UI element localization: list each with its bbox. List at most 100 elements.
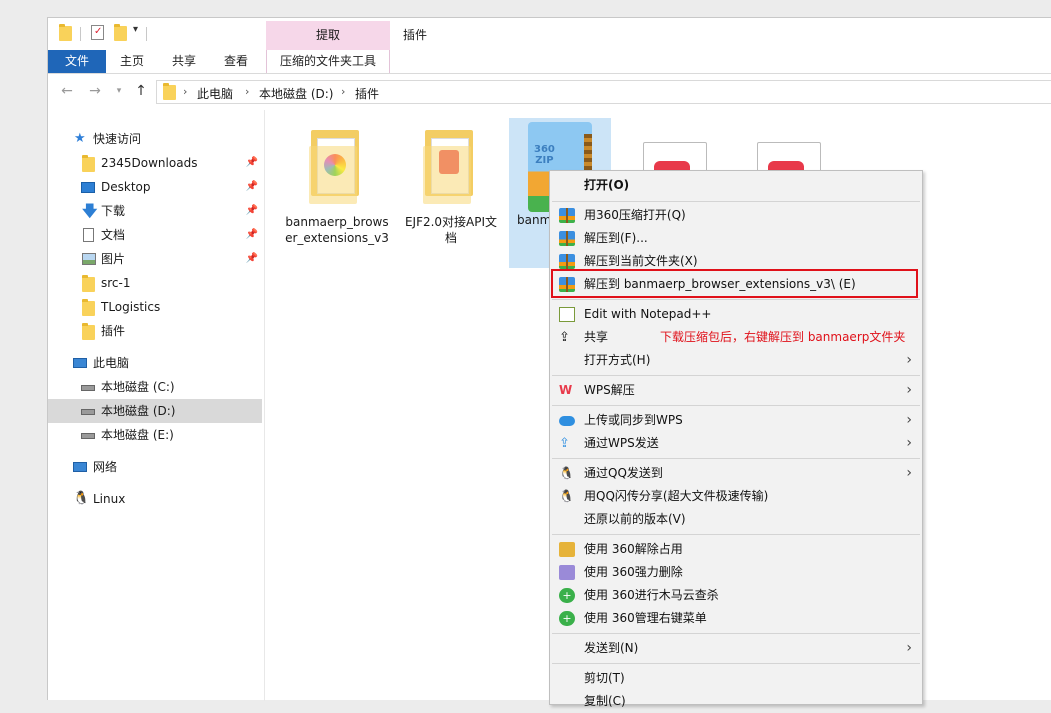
menu-item-360-force-delete[interactable]: 使用 360强力删除 [550, 561, 922, 584]
sidebar-item-label: 下载 [101, 204, 126, 218]
linux-penguin-icon: 🐧 [73, 491, 90, 506]
pin-icon[interactable]: 📌 [246, 151, 258, 175]
address-box[interactable]: › 此电脑 › 本地磁盘 (D:) › 插件 [156, 80, 1051, 104]
chevron-right-icon[interactable]: › [341, 85, 345, 98]
file-name: EJF2.0对接API文档 [404, 215, 498, 245]
sidebar-item-this-pc[interactable]: 此电脑 [48, 351, 262, 375]
file-item[interactable]: banmaerp_browser_extensions_v3 [285, 124, 389, 246]
back-arrow-icon[interactable]: ← [58, 82, 76, 100]
folder-icon [82, 155, 96, 172]
menu-item-qq-flash-share[interactable]: 🐧 用QQ闪传分享(超大文件极速传输) [550, 485, 922, 508]
sidebar-item-src-1[interactable]: src-1 [48, 271, 262, 295]
new-folder-icon[interactable] [114, 24, 127, 44]
send-icon: ⇪ [559, 436, 570, 451]
highlight-box [551, 269, 918, 298]
pin-icon[interactable]: 📌 [246, 223, 258, 247]
share-icon: ⇪ [559, 330, 570, 345]
drive-icon [81, 433, 95, 439]
sidebar-item-downloads[interactable]: 🡇 下载 📌 [48, 199, 262, 223]
menu-item-label: 打开方式(H) [584, 353, 651, 367]
pin-icon[interactable]: 📌 [246, 247, 258, 271]
drive-icon [81, 409, 95, 415]
ribbon-group-extract[interactable]: 提取 [266, 21, 390, 50]
chevron-right-icon: › [906, 382, 912, 398]
forward-arrow-icon[interactable]: → [86, 82, 104, 100]
sidebar-item-network[interactable]: 网络 [48, 455, 262, 479]
menu-item-label: 用QQ闪传分享(超大文件极速传输) [584, 489, 769, 503]
folder-icon [305, 124, 369, 210]
menu-item-send-to[interactable]: 发送到(N) › [550, 637, 922, 660]
menu-item-label: 上传或同步到WPS [584, 413, 683, 427]
menu-item-extract-to[interactable]: 解压到(F)... [550, 227, 922, 250]
360-shredder-icon [559, 565, 575, 580]
menu-item-open-with[interactable]: 打开方式(H) › [550, 349, 922, 372]
chevron-right-icon: › [906, 640, 912, 656]
quick-access-toolbar: ✓ ▾ [48, 18, 1051, 50]
sidebar-item-pictures[interactable]: 图片 📌 [48, 247, 262, 271]
drive-icon [81, 385, 95, 391]
navigation-pane: ★ 快速访问 2345Downloads 📌 Desktop 📌 🡇 下载 📌 … [48, 110, 262, 701]
menu-item-360-manage-menu[interactable]: + 使用 360管理右键菜单 [550, 607, 922, 630]
tab-view[interactable]: 查看 [216, 50, 256, 73]
chevron-right-icon[interactable]: › [245, 85, 249, 98]
chevron-right-icon: › [906, 412, 912, 428]
recent-locations-icon[interactable]: ▾ [110, 82, 128, 100]
360zip-icon [559, 254, 575, 269]
menu-item-label: 用360压缩打开(Q) [584, 208, 686, 222]
sidebar-item-label: 快速访问 [93, 132, 142, 146]
menu-item-copy[interactable]: 复制(C) [550, 690, 922, 713]
menu-item-send-wps[interactable]: ⇪ 通过WPS发送 › [550, 432, 922, 455]
tab-share[interactable]: 共享 [164, 50, 204, 73]
pin-icon[interactable]: 📌 [246, 199, 258, 223]
up-arrow-icon[interactable]: ↑ [132, 82, 150, 100]
sidebar-item-documents[interactable]: 文档 📌 [48, 223, 262, 247]
menu-item-wps-extract[interactable]: W WPS解压 › [550, 379, 922, 402]
menu-item-restore-versions[interactable]: 还原以前的版本(V) [550, 508, 922, 531]
desktop-icon [81, 182, 95, 193]
tab-compressed-folder-tools[interactable]: 压缩的文件夹工具 [266, 50, 390, 73]
folder-icon [163, 83, 176, 103]
tab-file[interactable]: 文件 [48, 50, 106, 73]
menu-item-notepad-plus[interactable]: Edit with Notepad++ [550, 303, 922, 326]
sidebar-item-plugins[interactable]: 插件 [48, 319, 262, 343]
menu-item-360-unlock[interactable]: 使用 360解除占用 [550, 538, 922, 561]
sidebar-item-desktop[interactable]: Desktop 📌 [48, 175, 262, 199]
pin-icon[interactable]: 📌 [246, 175, 258, 199]
sidebar-item-quick-access[interactable]: ★ 快速访问 [48, 127, 262, 151]
file-item[interactable]: EJF2.0对接API文档 [399, 124, 503, 246]
menu-item-label: Edit with Notepad++ [584, 307, 712, 321]
sidebar-item-label: 文档 [101, 228, 126, 242]
properties-icon[interactable]: ✓ [91, 25, 104, 40]
folder-icon[interactable] [59, 24, 72, 44]
menu-item-label: 使用 360管理右键菜单 [584, 611, 707, 625]
menu-item-send-qq[interactable]: 🐧 通过QQ发送到 › [550, 462, 922, 485]
sidebar-item-drive-e[interactable]: 本地磁盘 (E:) [48, 423, 262, 447]
menu-item-label: 打开(O) [584, 178, 630, 192]
menu-item-label: 通过QQ发送到 [584, 466, 663, 480]
menu-item-open-with-360[interactable]: 用360压缩打开(Q) [550, 204, 922, 227]
breadcrumb-drive-d[interactable]: 本地磁盘 (D:) [259, 85, 333, 102]
pictures-icon [82, 253, 96, 265]
tab-home[interactable]: 主页 [112, 50, 152, 73]
menu-item-cut[interactable]: 剪切(T) [550, 667, 922, 690]
ribbon-tabs: 文件 主页 共享 查看 压缩的文件夹工具 [48, 50, 1051, 74]
sidebar-item-drive-c[interactable]: 本地磁盘 (C:) [48, 375, 262, 399]
menu-item-360-trojan-scan[interactable]: + 使用 360进行木马云查杀 [550, 584, 922, 607]
menu-item-open[interactable]: 打开(O) [550, 174, 922, 197]
menu-item-label: 发送到(N) [584, 641, 639, 655]
chevron-right-icon: › [906, 435, 912, 451]
qq-penguin-icon: 🐧 [559, 466, 574, 480]
chevron-down-icon[interactable]: ▾ [133, 24, 138, 35]
cloud-icon [559, 416, 575, 426]
menu-item-upload-wps[interactable]: 上传或同步到WPS › [550, 409, 922, 432]
breadcrumb-plugins[interactable]: 插件 [355, 85, 379, 102]
sidebar-item-drive-d[interactable]: 本地磁盘 (D:) [48, 399, 262, 423]
chevron-right-icon: › [906, 352, 912, 368]
menu-item-label: 共享 [584, 330, 609, 344]
menu-item-label: 使用 360强力删除 [584, 565, 683, 579]
breadcrumb-this-pc[interactable]: 此电脑 [197, 85, 233, 102]
sidebar-item-tlogistics[interactable]: TLogistics [48, 295, 262, 319]
chevron-right-icon[interactable]: › [183, 85, 187, 98]
sidebar-item-2345downloads[interactable]: 2345Downloads 📌 [48, 151, 262, 175]
sidebar-item-linux[interactable]: 🐧 Linux [48, 487, 262, 511]
